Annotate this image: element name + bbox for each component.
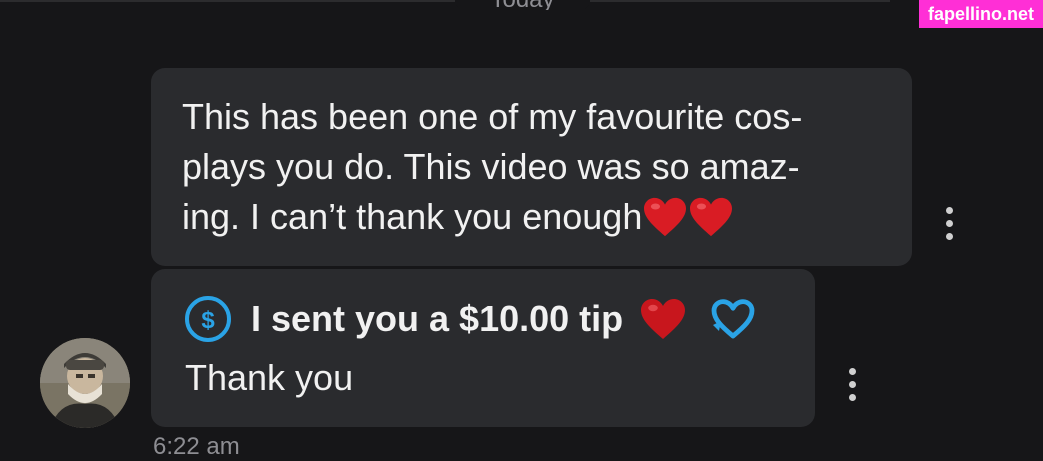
date-divider-left (0, 0, 455, 2)
more-options-icon[interactable] (847, 368, 857, 401)
more-options-icon[interactable] (944, 207, 954, 240)
message-timestamp: 6:22 am (153, 433, 240, 460)
watermark: fapellino.net (918, 0, 1043, 28)
blue-heart-outline-icon (709, 297, 757, 341)
message-line: plays you do. This video was so amaz- (182, 146, 800, 187)
date-label: Today (490, 0, 554, 10)
red-heart-icon (688, 196, 734, 238)
avatar[interactable] (40, 338, 130, 428)
message-line: This has been one of my favourite cos- (182, 96, 803, 137)
svg-text:$: $ (201, 307, 215, 334)
red-heart-icon (639, 297, 687, 341)
message-line: ing. I can’t thank you enough (182, 196, 643, 237)
tip-text: I sent you a $10.00 tip (251, 298, 624, 339)
message-line-last: ing. I can’t thank you enough (182, 192, 882, 242)
tip-message-bubble[interactable]: $ I sent you a $10.00 tip Thank you (151, 269, 815, 427)
message-bubble[interactable]: This has been one of my favourite cos- p… (151, 68, 912, 266)
dollar-circle-icon: $ (185, 296, 231, 342)
tip-line: $ I sent you a $10.00 tip (185, 291, 785, 347)
date-divider-right (590, 0, 890, 2)
date-separator: Today (455, 0, 590, 10)
watermark-text: fapellino.net (927, 3, 1034, 24)
red-heart-icon (642, 196, 688, 238)
tip-message-body: Thank you (185, 357, 354, 398)
